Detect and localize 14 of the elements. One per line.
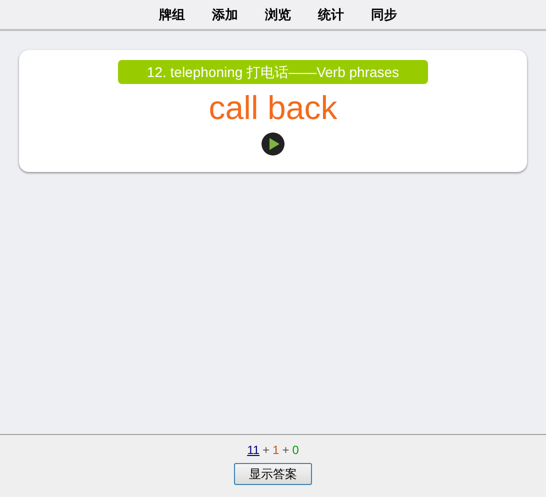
nav-link[interactable]: 统计 xyxy=(318,4,344,24)
plus-sign: + xyxy=(282,442,290,459)
show-answer-button[interactable]: 显示答案 xyxy=(234,463,312,485)
deck-title: 12. telephoning 打电话——Verb phrases xyxy=(118,60,428,84)
play-icon[interactable] xyxy=(261,132,285,156)
count-text: 1 xyxy=(272,442,280,459)
nav-link[interactable]: 添加 xyxy=(212,4,238,24)
nav-link[interactable]: 同步 xyxy=(371,4,397,24)
question-text: call back xyxy=(208,88,338,128)
nav-link[interactable]: 牌组 xyxy=(159,4,185,24)
count-text: 0 xyxy=(292,442,299,459)
due-count-link[interactable]: 11 xyxy=(247,441,260,459)
plus-sign: + xyxy=(262,442,270,459)
nav-link[interactable]: 浏览 xyxy=(265,4,291,24)
